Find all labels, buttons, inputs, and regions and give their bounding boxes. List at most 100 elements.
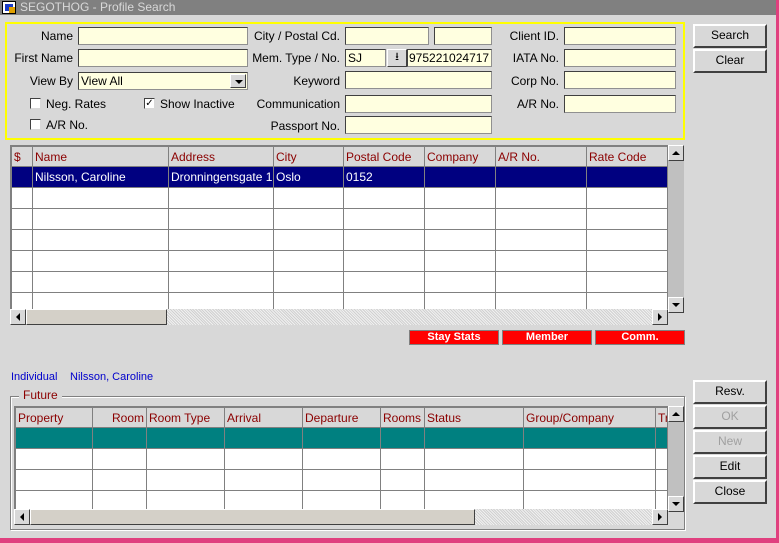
table-cell[interactable] — [586, 187, 667, 209]
table-cell[interactable] — [11, 271, 33, 293]
table-cell[interactable] — [146, 448, 225, 470]
results-column-header[interactable]: Address — [168, 146, 274, 167]
table-row[interactable] — [15, 469, 667, 491]
table-cell[interactable] — [586, 271, 667, 293]
table-cell[interactable] — [32, 187, 169, 209]
table-cell[interactable] — [32, 229, 169, 251]
scroll-left-icon[interactable] — [10, 309, 26, 325]
table-cell[interactable]: Dronningensgate 1 — [168, 166, 274, 188]
scroll-thumb[interactable] — [30, 509, 475, 525]
future-column-header[interactable]: Tr — [655, 407, 667, 428]
results-column-header[interactable]: Rate Code — [586, 146, 667, 167]
results-vertical-scrollbar[interactable] — [668, 145, 684, 313]
results-column-header[interactable]: $ — [11, 146, 33, 167]
table-cell[interactable] — [224, 490, 303, 509]
table-cell[interactable] — [302, 448, 381, 470]
new-button[interactable]: New — [693, 430, 767, 454]
edit-button[interactable]: Edit — [693, 455, 767, 479]
ar-no-checkbox[interactable] — [30, 119, 41, 130]
table-cell[interactable] — [273, 229, 344, 251]
table-cell[interactable] — [424, 187, 496, 209]
table-cell[interactable] — [343, 271, 425, 293]
table-cell[interactable] — [302, 490, 381, 509]
table-cell[interactable]: Oslo — [273, 166, 344, 188]
future-horizontal-scrollbar[interactable] — [14, 509, 668, 525]
ar-input[interactable] — [564, 95, 676, 113]
table-cell[interactable] — [15, 448, 93, 470]
results-column-header[interactable]: Postal Code — [343, 146, 425, 167]
resv-button[interactable]: Resv. — [693, 380, 767, 404]
table-cell[interactable] — [11, 187, 33, 209]
table-cell[interactable] — [11, 166, 33, 188]
future-vertical-scrollbar[interactable] — [668, 406, 684, 512]
table-cell[interactable]: Nilsson, Caroline — [32, 166, 169, 188]
table-cell[interactable] — [92, 469, 147, 491]
scroll-right-icon[interactable] — [652, 509, 668, 525]
table-cell[interactable] — [586, 208, 667, 230]
lov-download-button[interactable]: ⭳ — [387, 49, 407, 67]
view-by-select[interactable]: View All — [78, 72, 248, 90]
scroll-thumb[interactable] — [26, 309, 167, 325]
table-row[interactable] — [11, 229, 667, 251]
corp-input[interactable] — [564, 71, 676, 89]
show-inactive-checkbox[interactable]: ✓ — [144, 98, 155, 109]
table-cell[interactable] — [424, 166, 496, 188]
table-cell[interactable] — [380, 469, 425, 491]
scroll-down-icon[interactable] — [668, 297, 684, 313]
table-cell[interactable] — [495, 208, 587, 230]
table-cell[interactable] — [343, 250, 425, 272]
table-cell[interactable] — [655, 448, 667, 470]
name-input[interactable] — [78, 27, 248, 45]
table-row[interactable] — [15, 427, 667, 449]
communication-input[interactable] — [345, 95, 492, 113]
table-cell[interactable] — [343, 187, 425, 209]
member-button[interactable]: Member — [502, 330, 592, 345]
table-cell[interactable] — [32, 250, 169, 272]
table-cell[interactable] — [32, 208, 169, 230]
table-cell[interactable] — [655, 469, 667, 491]
table-cell[interactable] — [343, 229, 425, 251]
table-cell[interactable] — [343, 208, 425, 230]
results-column-header[interactable]: City — [273, 146, 344, 167]
neg-rates-checkbox[interactable] — [30, 98, 41, 109]
table-cell[interactable] — [168, 208, 274, 230]
table-cell[interactable] — [424, 448, 524, 470]
table-cell[interactable] — [11, 229, 33, 251]
table-cell[interactable] — [273, 250, 344, 272]
table-cell[interactable] — [224, 427, 303, 449]
table-cell[interactable] — [424, 250, 496, 272]
table-cell[interactable] — [302, 469, 381, 491]
first-name-input[interactable] — [78, 49, 248, 67]
table-cell[interactable] — [273, 187, 344, 209]
table-cell[interactable] — [380, 427, 425, 449]
table-cell[interactable] — [655, 490, 667, 509]
table-cell[interactable] — [495, 250, 587, 272]
postal-code-input[interactable] — [434, 27, 492, 45]
passport-input[interactable] — [345, 116, 492, 134]
table-cell[interactable] — [273, 271, 344, 293]
table-cell[interactable] — [424, 271, 496, 293]
stay-stats-button[interactable]: Stay Stats — [409, 330, 499, 345]
table-cell[interactable] — [495, 229, 587, 251]
table-cell[interactable] — [146, 469, 225, 491]
table-cell[interactable] — [168, 187, 274, 209]
future-column-header[interactable]: Group/Company — [523, 407, 656, 428]
table-cell[interactable] — [11, 208, 33, 230]
table-cell[interactable] — [523, 427, 656, 449]
table-cell[interactable] — [586, 250, 667, 272]
table-cell[interactable] — [424, 490, 524, 509]
table-cell[interactable] — [424, 229, 496, 251]
table-cell[interactable] — [424, 427, 524, 449]
results-column-header[interactable]: Name — [32, 146, 169, 167]
client-id-input[interactable] — [564, 27, 676, 45]
future-column-header[interactable]: Status — [424, 407, 524, 428]
table-cell[interactable] — [168, 250, 274, 272]
table-cell[interactable] — [92, 448, 147, 470]
table-row[interactable]: Nilsson, Caroline Dronningensgate 1 Oslo 01… — [11, 166, 667, 188]
future-column-header[interactable]: Arrival — [224, 407, 303, 428]
table-row[interactable] — [15, 490, 667, 509]
mem-no-input[interactable]: 975221024717 — [407, 49, 492, 67]
table-cell[interactable] — [15, 427, 93, 449]
future-column-header[interactable]: Room Type — [146, 407, 225, 428]
table-row[interactable] — [11, 250, 667, 272]
